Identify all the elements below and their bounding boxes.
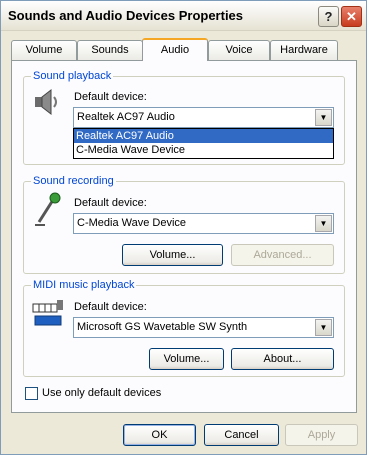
dropdown-option-realtek[interactable]: Realtek AC97 Audio — [74, 129, 333, 143]
microphone-icon — [35, 192, 61, 226]
midi-default-device-label: Default device: — [74, 301, 147, 313]
tab-hardware[interactable]: Hardware — [270, 40, 338, 60]
playback-device-select[interactable]: Realtek AC97 Audio ▼ — [73, 107, 334, 128]
help-button[interactable]: ? — [318, 6, 339, 27]
playback-device-dropdown[interactable]: Realtek AC97 Audio C-Media Wave Device — [73, 128, 334, 159]
sound-playback-label: Sound playback — [31, 70, 114, 82]
dropdown-option-cmedia[interactable]: C-Media Wave Device — [74, 143, 333, 157]
close-button[interactable]: ✕ — [341, 6, 362, 27]
midi-playback-label: MIDI music playback — [31, 279, 137, 291]
properties-window: Sounds and Audio Devices Properties ? ✕ … — [0, 0, 367, 455]
tab-audio[interactable]: Audio — [142, 38, 208, 61]
chevron-down-icon[interactable]: ▼ — [315, 109, 332, 126]
close-icon: ✕ — [346, 8, 357, 24]
midi-volume-button[interactable]: Volume... — [149, 348, 224, 370]
recording-advanced-button[interactable]: Advanced... — [231, 244, 334, 266]
recording-device-select[interactable]: C-Media Wave Device ▼ — [73, 213, 334, 234]
use-only-default-label[interactable]: Use only default devices — [42, 387, 161, 399]
use-only-default-checkbox[interactable] — [25, 387, 38, 400]
playback-device-value: Realtek AC97 Audio — [77, 111, 175, 123]
ok-button[interactable]: OK — [123, 424, 196, 446]
midi-device-value: Microsoft GS Wavetable SW Synth — [77, 321, 248, 333]
chevron-down-icon[interactable]: ▼ — [315, 215, 332, 232]
midi-keyboard-icon — [32, 300, 63, 326]
recording-volume-button[interactable]: Volume... — [122, 244, 223, 266]
midi-about-button[interactable]: About... — [231, 348, 334, 370]
playback-default-device-label: Default device: — [74, 91, 147, 103]
cancel-button[interactable]: Cancel — [204, 424, 279, 446]
speaker-icon — [35, 88, 57, 116]
sound-recording-label: Sound recording — [31, 175, 116, 187]
apply-button[interactable]: Apply — [285, 424, 358, 446]
tab-volume[interactable]: Volume — [11, 40, 77, 60]
window-title: Sounds and Audio Devices Properties — [8, 8, 244, 23]
tab-sounds[interactable]: Sounds — [77, 40, 143, 60]
tab-voice[interactable]: Voice — [208, 40, 270, 60]
recording-default-device-label: Default device: — [74, 197, 147, 209]
help-icon: ? — [324, 9, 333, 24]
midi-device-select[interactable]: Microsoft GS Wavetable SW Synth ▼ — [73, 317, 334, 338]
recording-device-value: C-Media Wave Device — [77, 217, 187, 229]
chevron-down-icon[interactable]: ▼ — [315, 319, 332, 336]
title-bar[interactable]: Sounds and Audio Devices Properties ? ✕ — [1, 1, 366, 31]
